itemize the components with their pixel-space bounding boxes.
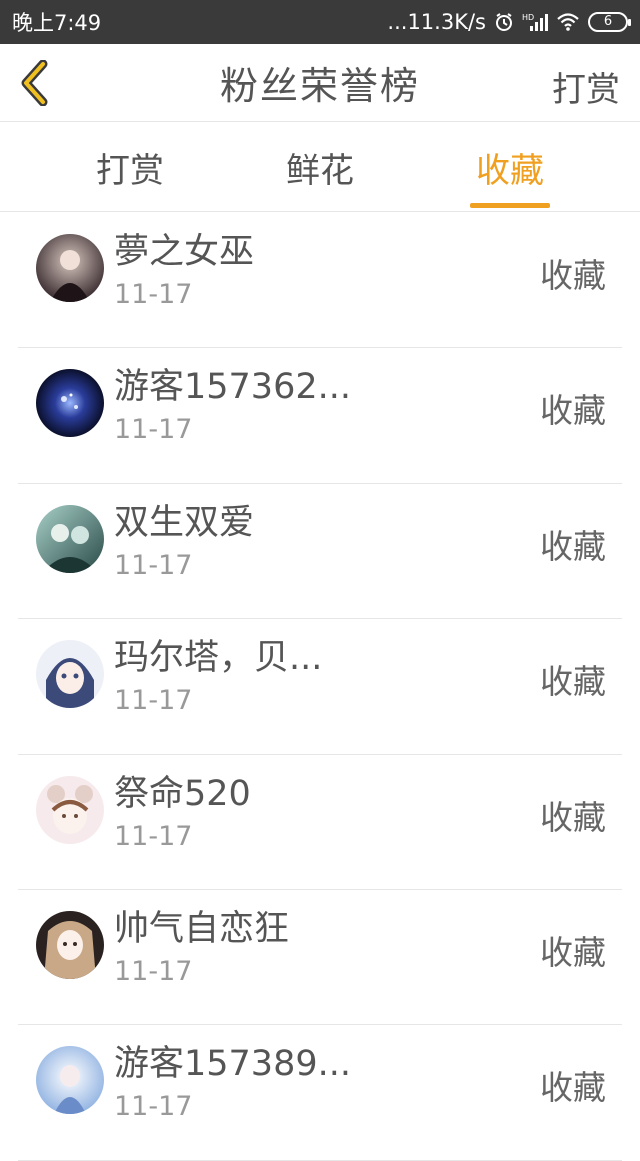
fan-date: 11-17 [114, 279, 193, 310]
list-item[interactable]: 祭命520 11-17 收藏 [18, 755, 622, 890]
list-item[interactable]: 帅气自恋狂 11-17 收藏 [18, 890, 622, 1026]
fan-name: 帅气自恋狂 [114, 908, 290, 949]
avatar [36, 640, 104, 709]
avatar [36, 504, 104, 573]
top-bar: 粉丝荣誉榜 打赏 [0, 44, 640, 122]
tab-label: 鲜花 [286, 150, 354, 191]
fan-action: 收藏 [540, 662, 606, 702]
list-item[interactable]: 双生双爱 11-17 收藏 [18, 484, 622, 620]
svg-text:HD: HD [522, 13, 534, 22]
avatar [36, 775, 104, 844]
wifi-icon [556, 12, 580, 32]
status-bar: 晚上7:49 ...11.3K/s HD 6 [0, 0, 640, 44]
page-title: 粉丝荣誉榜 [219, 64, 420, 108]
avatar [36, 910, 104, 979]
list-item[interactable]: 游客157389... 11-17 收藏 [18, 1025, 622, 1161]
alarm-icon [494, 12, 514, 32]
tab-bar: 打赏 鲜花 收藏 [0, 122, 640, 212]
fan-name: 游客157362... [114, 367, 351, 408]
back-button[interactable] [10, 58, 60, 108]
fan-action: 收藏 [540, 391, 606, 431]
list-item[interactable]: 玛尔塔，贝... 11-17 收藏 [18, 619, 622, 755]
fan-action: 收藏 [540, 932, 606, 972]
list-item[interactable]: 游客157362... 11-17 收藏 [18, 348, 622, 484]
fan-list: 夢之女巫 11-17 收藏 游客157362... 11-17 收藏 双生双爱 … [0, 213, 640, 1161]
tab-flowers[interactable]: 鲜花 [250, 122, 390, 212]
battery-indicator: 6 [588, 12, 631, 32]
chevron-left-icon [21, 60, 48, 106]
fan-name: 游客157389... [114, 1044, 351, 1085]
fan-action: 收藏 [540, 797, 606, 837]
fan-action: 收藏 [540, 1068, 606, 1108]
hd-signal-icon: HD [522, 12, 548, 32]
fan-action: 收藏 [540, 526, 606, 566]
fan-date: 11-17 [114, 820, 193, 852]
avatar [36, 1046, 104, 1115]
tab-label: 收藏 [476, 150, 544, 191]
fan-name: 双生双爱 [114, 502, 255, 543]
fan-name: 夢之女巫 [114, 232, 255, 272]
fan-name: 玛尔塔，贝... [114, 638, 323, 679]
tab-label: 打赏 [96, 150, 164, 191]
fan-date: 11-17 [114, 685, 193, 717]
network-speed: ...11.3K/s [387, 10, 486, 34]
fan-date: 11-17 [114, 1091, 193, 1123]
list-item[interactable]: 夢之女巫 11-17 收藏 [18, 213, 622, 349]
avatar [36, 234, 104, 302]
fan-action: 收藏 [540, 256, 606, 295]
status-time: 晚上7:49 [12, 11, 102, 35]
tab-reward[interactable]: 打赏 [60, 122, 200, 212]
fan-date: 11-17 [114, 549, 193, 581]
fan-name: 祭命520 [114, 773, 251, 814]
fan-date: 11-17 [114, 955, 193, 987]
status-right: ...11.3K/s HD 6 [387, 10, 631, 34]
reward-button[interactable]: 打赏 [552, 62, 620, 111]
fan-date: 11-17 [114, 414, 193, 446]
avatar [36, 369, 104, 438]
active-tab-indicator [470, 203, 550, 208]
tab-collection[interactable]: 收藏 [440, 122, 580, 212]
